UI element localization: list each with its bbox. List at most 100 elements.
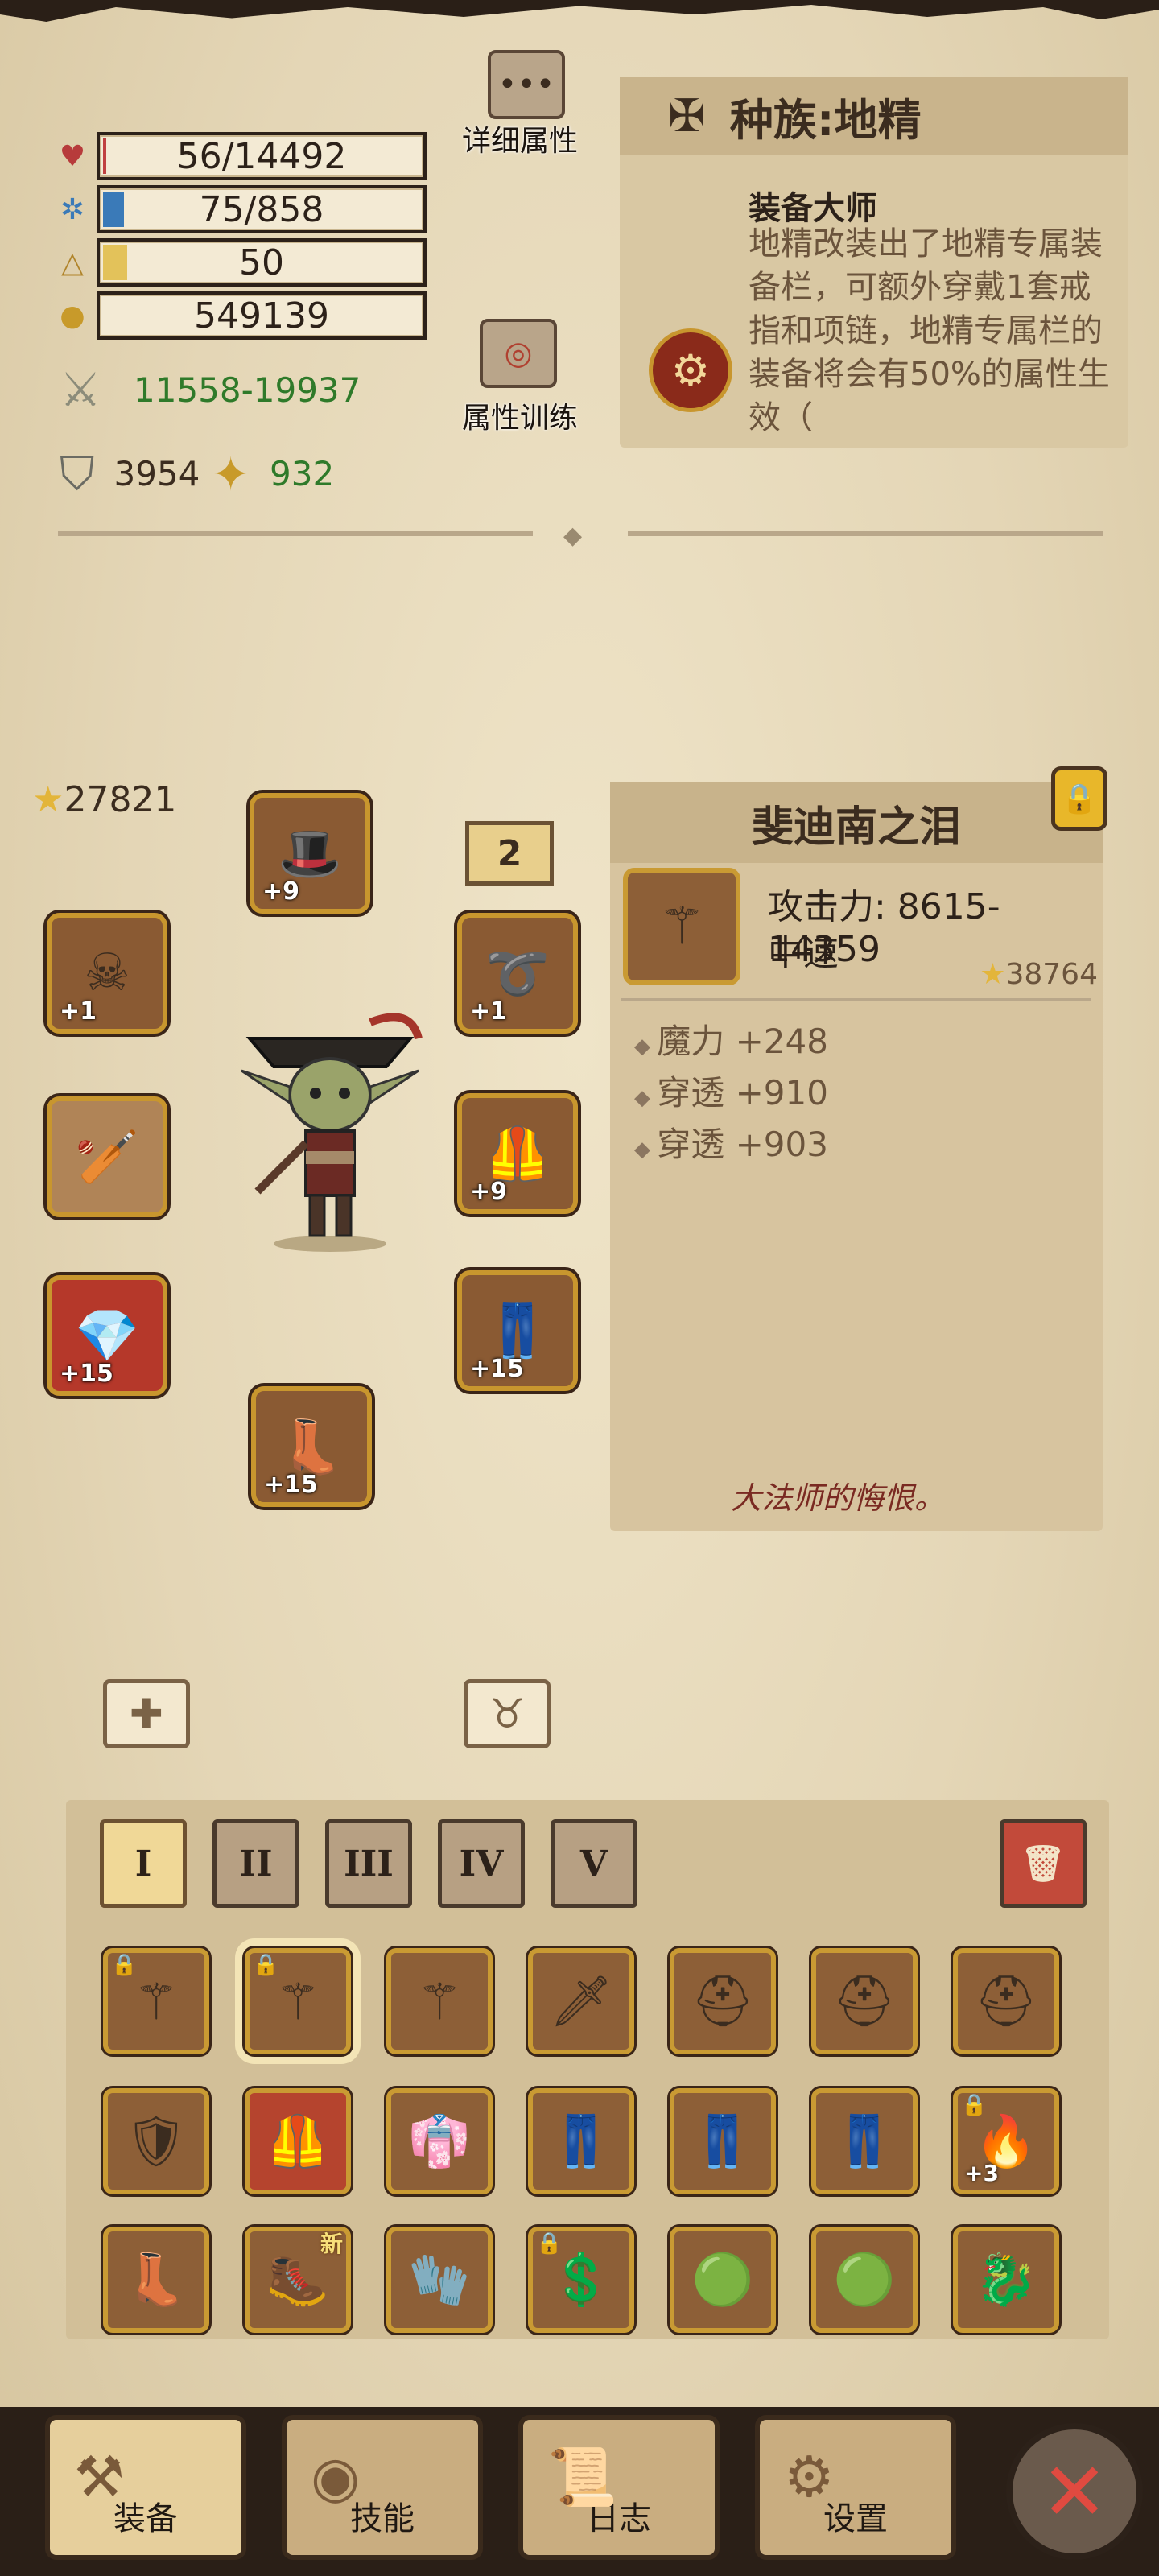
race-skill-desc: 地精改装出了地精专属装备栏，可额外穿戴1套戒指和项链，地精专属栏的装备将会有50… [749, 225, 1110, 436]
inventory-tab-4[interactable]: IV [438, 1819, 525, 1908]
target-icon: ◎ [504, 335, 533, 372]
pet-button[interactable]: ♉ [464, 1679, 551, 1748]
inventory-item[interactable]: 🟢 [811, 2227, 918, 2333]
gold-bar: 549139 [97, 291, 427, 340]
equipment-set-button[interactable]: 2 [465, 821, 554, 886]
inventory-item[interactable]: 🔒 ⚚ [245, 1948, 351, 2054]
item-detail-panel: 斐迪南之泪 🔒 ⚚ 攻击力: 8615-14359 中速 ★38764 魔力 +… [610, 766, 1107, 1531]
slot-level: +1 [60, 997, 97, 1026]
heart-icon: ♥ [59, 139, 86, 173]
attr-training-button[interactable]: ◎ [480, 319, 557, 388]
item-attr: 魔力 +248 [634, 1014, 828, 1063]
lock-icon: 🔒 [253, 1953, 279, 1977]
inventory-item[interactable]: 👖 [528, 2088, 634, 2194]
slot-level: +15 [470, 1355, 524, 1383]
inventory-item[interactable]: 👖 [670, 2088, 776, 2194]
inventory-item[interactable]: 🛡 [103, 2088, 209, 2194]
level-row: △ 50 [55, 238, 427, 287]
item-rating: ★38764 [980, 958, 1098, 991]
necklace-icon: ➰ [485, 943, 550, 1004]
new-badge: 新 [320, 2231, 343, 2257]
inventory-tab-5[interactable]: V [551, 1819, 637, 1908]
gauntlet-icon: 💎 [75, 1306, 139, 1366]
close-button[interactable]: ✕ [1006, 2423, 1143, 2560]
gold-icon: ● [60, 299, 85, 332]
equipment-set-number: 2 [497, 832, 522, 874]
inventory-item[interactable]: 🗡 [528, 1948, 634, 2054]
scimitar-icon: 🗡 [549, 1971, 613, 2030]
item-level: +3 [964, 2160, 999, 2186]
mana-bar: 75/858 [97, 185, 427, 233]
inventory-item[interactable]: 👖 [811, 2088, 918, 2194]
level-value: 50 [239, 242, 284, 283]
tab-label: III [344, 1843, 394, 1885]
trash-icon: 🗑 [1021, 1843, 1066, 1885]
attr-training-label: 属性训练 [462, 402, 579, 435]
item-attr: 穿透 +910 [634, 1066, 828, 1115]
inventory-item[interactable]: 👘 [386, 2088, 493, 2194]
lock-icon: 🔒 [111, 1953, 138, 1977]
boots-icon: 🥾 [266, 2250, 329, 2309]
divider-ornament-icon: ◆ [563, 522, 583, 550]
scroll-icon: 📜 [547, 2444, 618, 2510]
pants-icon: 👖 [485, 1301, 550, 1361]
defense-stat: ⛉ 3954 ✦ 932 [60, 446, 334, 502]
inventory-item[interactable]: 🔒 💲 [528, 2227, 634, 2333]
inventory-tab-2[interactable]: II [212, 1819, 299, 1908]
slot-helmet[interactable]: 🎩 +9 [250, 793, 370, 914]
dragon-ring-icon: 🐉 [975, 2250, 1037, 2309]
item-header: 斐迪南之泪 [610, 782, 1103, 863]
inventory-item[interactable]: ⛑ [670, 1948, 776, 2054]
armor-icon: 🛡 [124, 2112, 188, 2170]
detail-attrs-button[interactable]: ••• [488, 50, 565, 119]
nav-settings-button[interactable]: ⚙ 设置 [755, 2415, 956, 2560]
inventory-item[interactable]: 🐉 [953, 2227, 1059, 2333]
inventory-item[interactable]: ⛑ [811, 1948, 918, 2054]
inventory-item[interactable]: ⚚ [386, 1948, 493, 2054]
power-rating: ★ 27821 [32, 779, 176, 820]
inventory-item[interactable]: 🥾 新 [245, 2227, 351, 2333]
shield-icon: ⛉ [60, 446, 95, 501]
slot-amulet[interactable]: ☠ +1 [47, 913, 167, 1034]
inventory-item[interactable]: 🔒 🔥 +3 [953, 2088, 1059, 2194]
slot-boots[interactable]: 👢 +15 [251, 1386, 372, 1507]
section-divider-right [628, 531, 1103, 536]
trash-button[interactable]: 🗑 [1000, 1819, 1087, 1908]
inventory-tab-3[interactable]: III [325, 1819, 412, 1908]
auto-equip-button[interactable]: ✚ [103, 1679, 190, 1748]
slot-armor[interactable]: 🦺 +9 [457, 1093, 578, 1214]
slot-level: +9 [470, 1178, 508, 1206]
amulet-icon: ☠ [84, 943, 130, 1003]
lock-icon[interactable]: 🔒 [1051, 766, 1107, 831]
armor-value: 3954 [113, 454, 200, 493]
inventory-item[interactable]: ⛑ [953, 1948, 1059, 2054]
robe-icon: 👘 [408, 2112, 471, 2170]
inventory-item[interactable]: 🔒 ⚚ [103, 1948, 209, 2054]
dots-icon: ••• [497, 66, 555, 103]
inventory-item[interactable]: 🦺 [245, 2088, 351, 2194]
skill-icon: ◉ [311, 2444, 361, 2510]
nav-log-button[interactable]: 📜 日志 [518, 2415, 720, 2560]
race-title: 种族:地精 [729, 94, 922, 146]
hp-bar: 56/14492 [97, 132, 427, 180]
goblin-emblem-icon: ✠ [668, 89, 706, 142]
staff-icon: ⚚ [417, 1971, 462, 2031]
inventory-tab-1[interactable]: I [100, 1819, 187, 1908]
slot-gloves[interactable]: 💎 +15 [47, 1275, 167, 1396]
nav-equip-button[interactable]: ⚒ 装备 [45, 2415, 246, 2560]
pants-icon: 👖 [833, 2112, 896, 2170]
inventory-item[interactable]: 🟢 [670, 2227, 776, 2333]
pants-icon: 👖 [550, 2112, 612, 2170]
nav-skills-button[interactable]: ◉ 技能 [282, 2415, 483, 2560]
inventory-item[interactable]: 🧤 [386, 2227, 493, 2333]
staff-icon: ⚚ [275, 1971, 320, 2031]
slot-offhand[interactable]: 🏏 [47, 1096, 167, 1217]
power-rating-value: 27821 [64, 779, 177, 820]
slot-level: +15 [60, 1360, 113, 1388]
horned-helmet-icon: ⛑ [832, 1971, 897, 2030]
swords-icon: ⚔ [60, 362, 101, 417]
tab-label: II [239, 1843, 273, 1885]
inventory-item[interactable]: 👢 [103, 2227, 209, 2333]
slot-ring[interactable]: ➰ +1 [457, 913, 578, 1034]
slot-pants[interactable]: 👖 +15 [457, 1270, 578, 1391]
